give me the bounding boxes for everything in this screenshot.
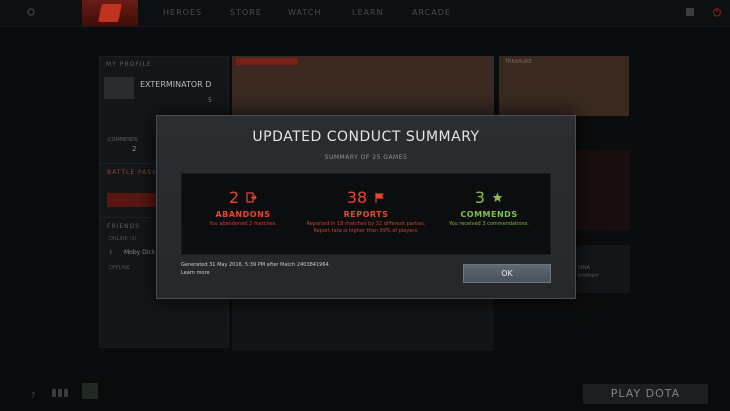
commend-star-icon (492, 192, 503, 202)
nav-heroes[interactable]: HEROES (163, 8, 202, 17)
abandons-label: ABANDONS (215, 209, 271, 219)
power-icon[interactable] (712, 7, 722, 17)
friends-label: FRIENDS (107, 223, 141, 230)
profile-name[interactable]: EXTERMINATOR D (140, 80, 211, 89)
learn-more-link[interactable]: Learn more (181, 270, 210, 276)
chat-message: brotherr (578, 273, 599, 279)
online-label: ONLINE (1) (109, 236, 137, 242)
nav-store[interactable]: STORE (230, 8, 262, 17)
report-flag-icon (375, 193, 385, 203)
svg-text:?: ? (31, 391, 35, 400)
dialog-subtitle: SUMMARY OF 25 GAMES (324, 154, 408, 161)
generated-info: Generated 31 May 2016, 5:39 PM after Mat… (181, 262, 331, 268)
battle-pass-label: BATTLE PASS (107, 169, 157, 176)
dota-logo-icon (98, 4, 122, 22)
reports-label: REPORTS (343, 209, 389, 219)
conduct-summary-dialog: UPDATED CONDUCT SUMMARY SUMMARY OF 25 GA… (156, 115, 576, 299)
party-avatar[interactable] (82, 383, 98, 399)
top-navigation-bar: HEROES STORE WATCH LEARN ARCADE (0, 0, 730, 27)
featured-card[interactable] (232, 56, 494, 116)
friend-status-icon: ? (109, 250, 113, 257)
abandons-value: 2 (228, 187, 240, 207)
dota-logo[interactable] (82, 0, 138, 26)
my-profile-label: MY PROFILE (106, 61, 152, 68)
settings-icon[interactable] (26, 7, 36, 17)
news-panel (232, 296, 494, 351)
commends-stat-label: COMMENDS (460, 209, 518, 219)
abandons-desc: You abandoned 2 matches. (209, 220, 277, 227)
chat-user: JANA (578, 265, 590, 271)
dialog-title: UPDATED CONDUCT SUMMARY (252, 129, 480, 145)
featured-tag (236, 58, 298, 65)
avatar[interactable] (104, 77, 134, 99)
commends-label: COMMENDS (108, 137, 138, 143)
friend-name[interactable]: Moby Dick (124, 249, 155, 256)
reports-value: 38 (346, 187, 368, 207)
treasure-label: TREASURE (505, 59, 532, 65)
promo-card[interactable] (575, 150, 630, 230)
reports-desc: Reported in 18 matches by 32 different p… (306, 220, 426, 227)
party-icon[interactable] (52, 386, 68, 398)
commends-stat-value: 3 (474, 187, 486, 207)
commends-value: 2 (132, 145, 137, 153)
reports-rate-desc: Report rate is higher than 99% of player… (313, 227, 419, 234)
nav-learn[interactable]: LEARN (352, 8, 384, 17)
ok-button[interactable]: OK (463, 264, 551, 283)
inventory-icon[interactable] (685, 7, 695, 17)
conduct-stats-panel: 2 ABANDONS You abandoned 2 matches. 38 R… (181, 173, 551, 255)
nav-arcade[interactable]: ARCADE (412, 8, 451, 17)
commends-desc: You received 3 commendations. (449, 220, 529, 227)
profile-level: 5 (208, 97, 212, 104)
play-dota-button[interactable]: PLAY DOTA (583, 384, 708, 404)
nav-watch[interactable]: WATCH (288, 8, 321, 17)
abandon-door-icon (246, 192, 257, 203)
treasure-card[interactable]: TREASURE (499, 56, 629, 116)
help-icon[interactable]: ? (30, 390, 38, 400)
chat-panel: JANA brotherr (575, 245, 630, 293)
offline-label: OFFLINE (109, 265, 130, 271)
stat-reports: 38 REPORTS Reported in 18 matches by 32 … (305, 187, 427, 235)
stat-commends: 3 COMMENDS You received 3 commendations. (428, 187, 550, 228)
stat-abandons: 2 ABANDONS You abandoned 2 matches. (182, 187, 304, 228)
